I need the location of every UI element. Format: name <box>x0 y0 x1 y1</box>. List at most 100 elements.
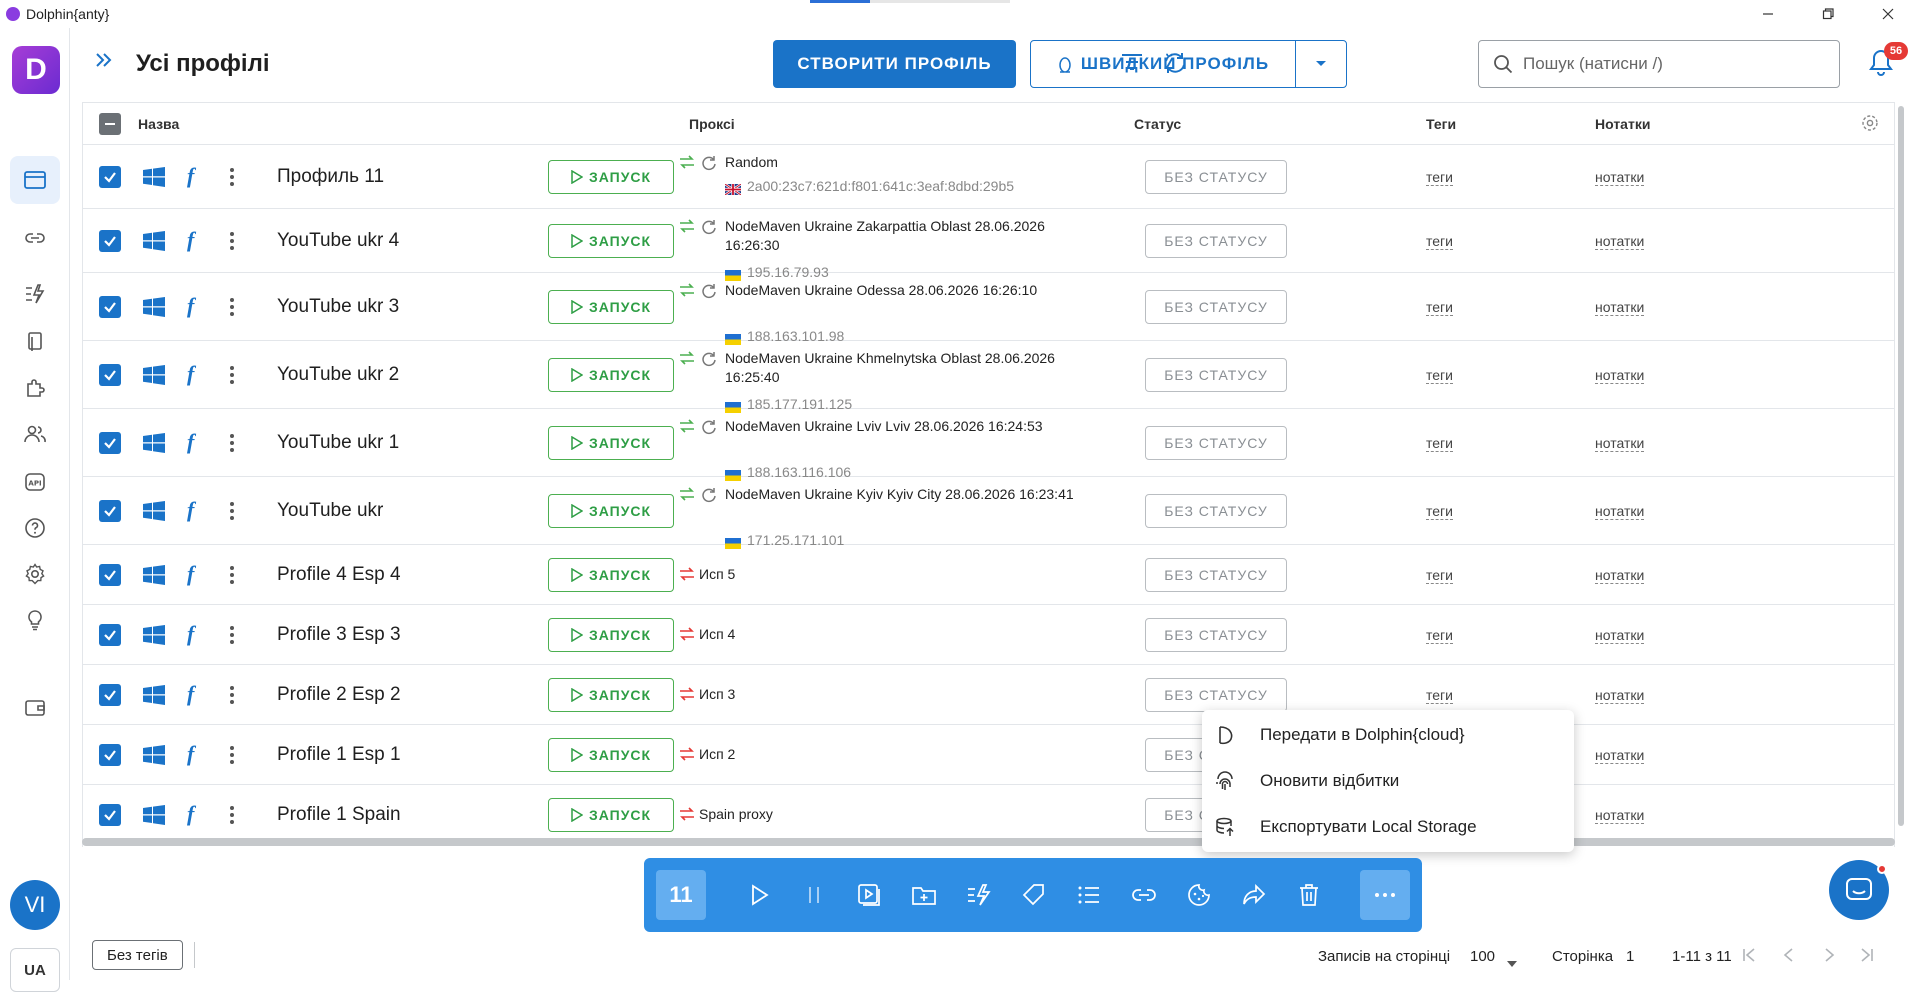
first-page-icon[interactable] <box>1742 948 1756 967</box>
sidebar-item-bookmarks[interactable] <box>10 318 60 366</box>
launch-button[interactable]: ЗАПУСК <box>548 738 674 772</box>
row-checkbox[interactable] <box>99 804 121 826</box>
status-badge[interactable]: БЕЗ СТАТУСУ <box>1145 558 1287 592</box>
proxy-refresh-icon[interactable] <box>701 487 717 508</box>
tags-link[interactable]: теги <box>1426 299 1453 316</box>
notes-link[interactable]: нотатки <box>1595 627 1645 644</box>
per-page-chevron-icon[interactable] <box>1507 954 1517 972</box>
row-menu-icon[interactable] <box>229 365 235 390</box>
notifications-button[interactable]: 56 <box>1868 42 1908 81</box>
horizontal-scrollbar[interactable] <box>82 838 1895 846</box>
table-row[interactable]: f Profile 3 Esp 3 ЗАПУСК Исп 4 БЕЗ СТАТУСУ те… <box>83 605 1894 665</box>
column-proxy[interactable]: Проксі <box>689 116 735 132</box>
search-input[interactable] <box>1523 54 1813 74</box>
sidebar-item-settings[interactable] <box>10 550 60 598</box>
profile-name[interactable]: YouTube ukr <box>277 500 383 522</box>
table-row[interactable]: f YouTube ukr 4 ЗАПУСК NodeMaven Ukraine Za… <box>83 209 1894 281</box>
profile-name[interactable]: Profile 1 Spain <box>277 804 401 826</box>
status-badge[interactable]: БЕЗ СТАТУСУ <box>1145 618 1287 652</box>
row-checkbox[interactable] <box>99 230 121 252</box>
sidebar-item-tips[interactable] <box>10 596 60 644</box>
notes-link[interactable]: нотатки <box>1595 299 1645 316</box>
row-checkbox[interactable] <box>99 166 121 188</box>
sidebar-item-proxies[interactable] <box>10 214 60 262</box>
close-window-icon[interactable] <box>1860 0 1916 28</box>
row-menu-icon[interactable] <box>229 297 235 322</box>
prev-page-icon[interactable] <box>1782 948 1796 967</box>
create-profile-button[interactable]: СТВОРИТИ ПРОФІЛЬ <box>773 40 1016 88</box>
menu-item-export-local-storage[interactable]: Експортувати Local Storage <box>1202 804 1574 850</box>
status-badge[interactable]: БЕЗ СТАТУСУ <box>1145 160 1287 194</box>
column-settings-icon[interactable] <box>1861 114 1879 135</box>
tags-link[interactable]: теги <box>1426 435 1453 452</box>
tags-link[interactable]: теги <box>1426 367 1453 384</box>
profile-name[interactable]: Profile 3 Esp 3 <box>277 624 401 646</box>
expand-sidebar-icon[interactable] <box>94 50 114 75</box>
profile-name[interactable]: YouTube ukr 3 <box>277 296 399 318</box>
notes-link[interactable]: нотатки <box>1595 503 1645 520</box>
menu-item-update-fingerprints[interactable]: Оновити відбитки <box>1202 758 1574 804</box>
status-badge[interactable]: БЕЗ СТАТУСУ <box>1145 290 1287 324</box>
table-row[interactable]: fProfile 1 Esp 1ЗАПУСКИсп 2БЕЗ СТАТУСУте… <box>83 725 1894 785</box>
quick-profile-dropdown[interactable] <box>1295 40 1347 88</box>
start-icon[interactable] <box>744 880 774 910</box>
profile-name[interactable]: YouTube ukr 1 <box>277 432 399 454</box>
no-tags-filter-button[interactable]: Без тегів <box>92 940 183 970</box>
proxy-refresh-icon[interactable] <box>701 283 717 304</box>
proxy-refresh-icon[interactable] <box>701 219 717 240</box>
launch-button[interactable]: ЗАПУСК <box>548 618 674 652</box>
table-row[interactable]: f YouTube ukr 3 ЗАПУСК NodeMaven Ukraine Od… <box>83 273 1894 345</box>
launch-button[interactable]: ЗАПУСК <box>548 678 674 712</box>
proxy-refresh-icon[interactable] <box>701 419 717 440</box>
proxy-refresh-icon[interactable] <box>701 155 717 176</box>
table-row[interactable]: f YouTube ukr 2 ЗАПУСК NodeMaven Ukraine Kh… <box>83 341 1894 413</box>
run-script-icon[interactable] <box>854 880 884 910</box>
vertical-scrollbar[interactable] <box>1898 106 1904 826</box>
search-box[interactable] <box>1478 40 1840 88</box>
row-menu-icon[interactable] <box>229 433 235 458</box>
proxy-link-icon[interactable] <box>1129 880 1159 910</box>
row-checkbox[interactable] <box>99 684 121 706</box>
row-menu-icon[interactable] <box>229 685 235 710</box>
tags-link[interactable]: теги <box>1426 233 1453 250</box>
notes-link[interactable]: нотатки <box>1595 807 1645 824</box>
avatar[interactable]: VI <box>10 880 60 930</box>
brand-logo[interactable]: D <box>12 46 60 94</box>
share-icon[interactable] <box>1239 880 1269 910</box>
last-page-icon[interactable] <box>1860 948 1874 967</box>
page-number[interactable]: 1 <box>1626 948 1634 965</box>
profile-name[interactable]: YouTube ukr 4 <box>277 230 399 252</box>
row-menu-icon[interactable] <box>229 565 235 590</box>
column-tags[interactable]: Теги <box>1426 116 1456 132</box>
column-name[interactable]: Назва <box>138 116 179 132</box>
status-badge[interactable]: БЕЗ СТАТУСУ <box>1145 678 1287 712</box>
launch-button[interactable]: ЗАПУСК <box>548 494 674 528</box>
profile-name[interactable]: Профиль 11 <box>277 166 384 188</box>
support-chat-button[interactable] <box>1829 860 1889 920</box>
table-row[interactable]: f YouTube ukr 1 ЗАПУСК NodeMaven Ukraine Lv… <box>83 409 1894 481</box>
language-switcher[interactable]: UA <box>10 948 60 992</box>
table-row[interactable]: f YouTube ukr ЗАПУСК NodeMaven Ukraine Kyiv… <box>83 477 1894 549</box>
row-menu-icon[interactable] <box>229 745 235 770</box>
sidebar-item-extensions[interactable] <box>10 364 60 412</box>
column-notes[interactable]: Нотатки <box>1595 116 1650 132</box>
row-checkbox[interactable] <box>99 432 121 454</box>
sidebar-item-api[interactable]: API <box>10 458 60 506</box>
status-badge[interactable]: БЕЗ СТАТУСУ <box>1145 426 1287 460</box>
column-status[interactable]: Статус <box>1134 116 1181 132</box>
select-all-checkbox[interactable] <box>99 113 121 135</box>
tag-icon[interactable] <box>1019 880 1049 910</box>
launch-button[interactable]: ЗАПУСК <box>548 358 674 392</box>
launch-button[interactable]: ЗАПУСК <box>548 224 674 258</box>
minimize-icon[interactable] <box>1740 0 1796 28</box>
menu-item-transfer-cloud[interactable]: Передати в Dolphin{cloud} <box>1202 712 1574 758</box>
delete-icon[interactable] <box>1294 880 1324 910</box>
notes-link[interactable]: нотатки <box>1595 435 1645 452</box>
row-checkbox[interactable] <box>99 500 121 522</box>
cookies-icon[interactable] <box>1184 880 1214 910</box>
tags-link[interactable]: теги <box>1426 169 1453 186</box>
notes-link[interactable]: нотатки <box>1595 233 1645 250</box>
row-checkbox[interactable] <box>99 744 121 766</box>
row-menu-icon[interactable] <box>229 231 235 256</box>
tags-link[interactable]: теги <box>1426 503 1453 520</box>
